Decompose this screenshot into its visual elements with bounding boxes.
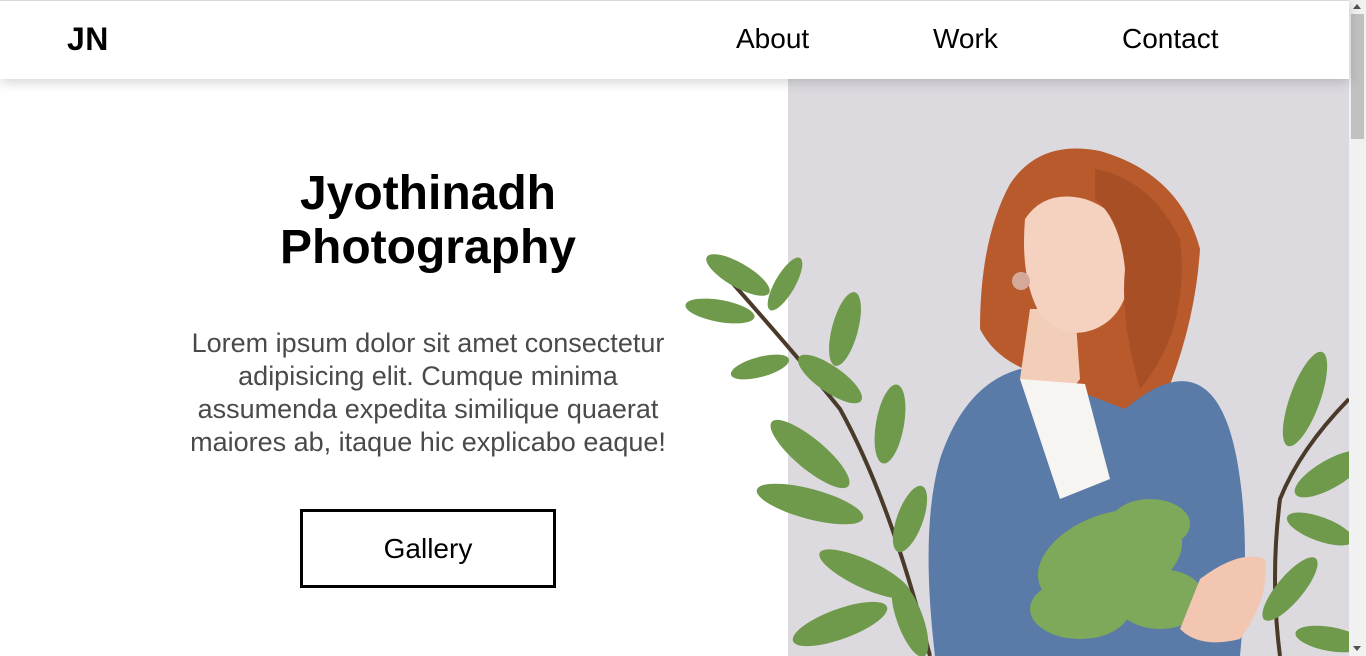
hero-photo xyxy=(680,79,1349,656)
top-navbar: JN About Work Contact xyxy=(0,0,1349,79)
earring xyxy=(1012,272,1030,290)
nav-link-contact[interactable]: Contact xyxy=(1122,23,1219,55)
scroll-thumb[interactable] xyxy=(1351,14,1364,139)
hero-title: Jyothinadh Photography xyxy=(280,167,576,274)
nav-link-work[interactable]: Work xyxy=(933,23,998,55)
page-scrollbar[interactable] xyxy=(1349,0,1366,656)
hero-text-section: Jyothinadh Photography Lorem ipsum dolor… xyxy=(0,79,788,656)
woman-with-plants-photo xyxy=(685,79,1349,656)
nav-link-about[interactable]: About xyxy=(736,23,809,55)
hero-description: Lorem ipsum dolor sit amet consectetur a… xyxy=(190,328,666,457)
scroll-down-arrow-icon[interactable] xyxy=(1353,646,1361,651)
gallery-button[interactable]: Gallery xyxy=(300,509,556,588)
scroll-up-arrow-icon[interactable] xyxy=(1353,4,1361,9)
site-logo[interactable]: JN xyxy=(67,21,109,58)
